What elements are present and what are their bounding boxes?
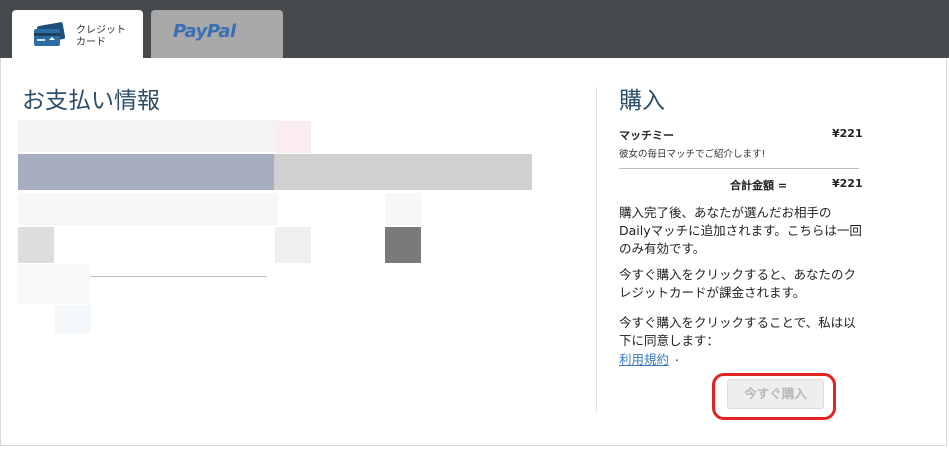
- redacted-input-line: [90, 276, 267, 277]
- redacted-block: [18, 227, 54, 263]
- agreement-note: 今すぐ購入をクリックすることで、私は以下に同意します：: [619, 315, 856, 348]
- redacted-block: [18, 120, 278, 152]
- redacted-block: [18, 193, 278, 225]
- total-label: 合計金額 =: [730, 179, 788, 192]
- credit-card-icon: [34, 22, 66, 46]
- terms-suffix: .: [675, 349, 679, 364]
- summary-divider: [619, 168, 859, 169]
- charge-note: 今すぐ購入をクリックすると、あなたのクレジットカードが課金されます。: [619, 267, 857, 300]
- redacted-block: [385, 193, 421, 225]
- top-bar: クレジット カード PayPal: [0, 0, 949, 58]
- item-description: 彼女の毎日マッチでご紹介します!: [619, 149, 766, 160]
- tab-paypal[interactable]: PayPal: [151, 10, 283, 58]
- redacted-block: [18, 154, 276, 190]
- terms-link[interactable]: 利用規約: [619, 349, 669, 368]
- item-name: マッチミー: [619, 129, 674, 142]
- tab-credit-card-label: クレジット カード: [76, 25, 136, 49]
- redacted-block: [55, 305, 91, 333]
- tab-label-line2: カード: [76, 37, 106, 48]
- purchase-note: 購入完了後、あなたが選んだお相手のDailyマッチに追加されます。こちらは一回の…: [619, 205, 862, 256]
- tab-label-line1: クレジット: [76, 25, 126, 36]
- highlight-annotation: [712, 373, 836, 420]
- redacted-block: [385, 227, 421, 263]
- column-divider: [596, 87, 597, 413]
- purchase-title: 購入: [619, 88, 665, 114]
- redacted-block: [275, 121, 311, 153]
- redacted-block: [18, 264, 90, 304]
- payment-info-title: お支払い情報: [22, 88, 160, 114]
- redacted-block: [275, 227, 311, 263]
- tab-credit-card[interactable]: クレジット カード: [12, 10, 143, 58]
- redacted-block: [274, 154, 532, 190]
- total-price: ¥221: [832, 177, 863, 190]
- paypal-logo: PayPal: [173, 21, 236, 42]
- item-price: ¥221: [832, 127, 863, 140]
